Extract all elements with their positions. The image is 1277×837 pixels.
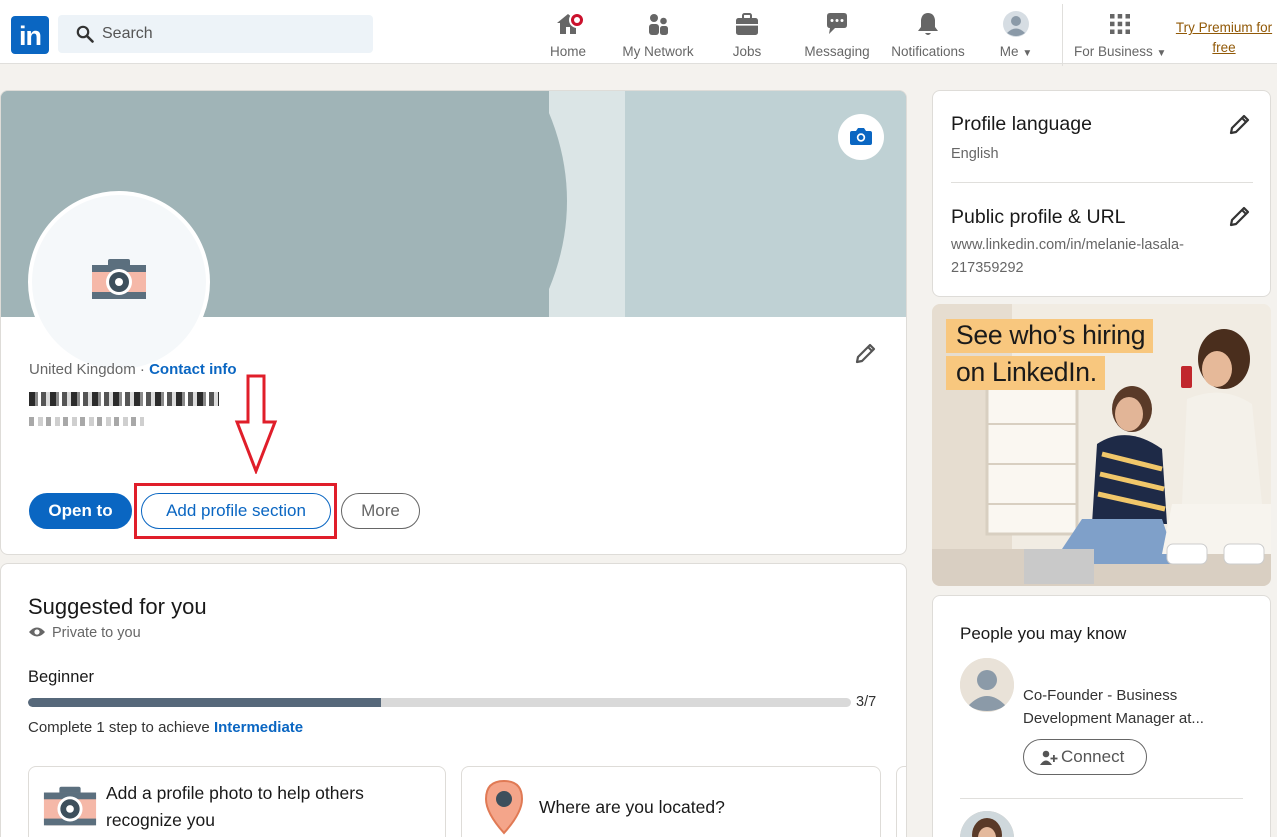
profile-location: United Kingdom: [29, 361, 136, 378]
divider: [951, 182, 1253, 183]
nav-for-business-label: For Business ▼: [1074, 44, 1167, 59]
contact-info-link[interactable]: Contact info: [149, 361, 237, 378]
nav-home-label: Home: [549, 44, 586, 59]
search-icon: [76, 25, 94, 43]
location-pin-icon: [484, 779, 524, 835]
ad-headline-line1: See who’s hiring: [946, 319, 1154, 353]
pencil-icon: [1229, 206, 1250, 227]
nav-jobs-label: Jobs: [732, 44, 762, 59]
edit-url-button[interactable]: [1227, 203, 1253, 229]
chevron-down-icon: ▼: [1156, 48, 1167, 59]
chat-bubble-icon: [827, 13, 847, 34]
ad-headline-line2: on LinkedIn.: [946, 356, 1105, 390]
camera-icon: [92, 259, 146, 299]
profile-language-title: Profile language: [951, 113, 1092, 135]
nav-for-business[interactable]: For Business ▼: [1074, 10, 1166, 62]
annotation-arrow-icon: [234, 374, 278, 474]
try-premium-link[interactable]: Try Premium for free: [1172, 18, 1276, 58]
nav-divider: [1062, 4, 1063, 66]
user-avatar-icon: [1003, 11, 1029, 37]
notification-badge: [569, 12, 585, 28]
nav-jobs[interactable]: Jobs: [728, 10, 766, 62]
profile-settings-card: Profile language English Public profile …: [932, 90, 1271, 297]
top-nav-bar: in Home My Network Jobs: [0, 0, 1277, 66]
camera-icon: [850, 128, 872, 145]
person-headline: Co-Founder - Business Development Manage…: [1023, 687, 1204, 727]
suggestion-add-photo-text: Add a profile photo to help others recog…: [106, 783, 364, 830]
nav-me[interactable]: Me ▼: [996, 10, 1036, 62]
suggestion-add-photo[interactable]: Add a profile photo to help others recog…: [28, 766, 446, 837]
user-avatar-icon: [960, 658, 1014, 712]
user-photo-icon: [960, 811, 1014, 837]
profile-headline-redacted: [29, 417, 144, 426]
profile-photo-placeholder[interactable]: [28, 191, 210, 373]
edit-language-button[interactable]: [1227, 111, 1253, 137]
public-url-value: www.linkedin.com/in/melanie-lasala- 2173…: [951, 237, 1184, 276]
pymk-title: People you may know: [960, 624, 1127, 643]
edit-intro-button[interactable]: [853, 340, 879, 366]
connect-button[interactable]: Connect: [1023, 739, 1147, 775]
private-note: Private to you: [28, 625, 141, 641]
nav-notifications-label: Notifications: [891, 44, 965, 59]
briefcase-icon: [736, 13, 758, 35]
suggestion-location-text: Where are you located?: [539, 797, 725, 817]
grid-icon: [1110, 14, 1130, 34]
profile-location-line: United Kingdom · Contact info: [29, 361, 237, 378]
suggestion-location[interactable]: Where are you located?: [461, 766, 881, 837]
pencil-icon: [1229, 114, 1250, 135]
person-avatar[interactable]: [960, 811, 1014, 837]
nav-my-network-label: My Network: [622, 44, 694, 59]
search-input[interactable]: [102, 15, 362, 53]
edit-banner-button[interactable]: [838, 114, 884, 160]
next-level-hint: Complete 1 step to achieve Intermediate: [28, 719, 304, 736]
annotation-highlight-box: [134, 483, 337, 539]
profile-strength-progress: [28, 698, 851, 707]
eye-icon: [29, 627, 45, 637]
chevron-down-icon: ▼: [1022, 48, 1033, 59]
profile-strength-level: Beginner: [28, 668, 95, 686]
camera-icon: [43, 786, 97, 826]
nav-home[interactable]: Home: [547, 10, 589, 62]
next-level-link[interactable]: Intermediate: [214, 719, 303, 736]
suggested-card: Suggested for you Private to you Beginne…: [0, 563, 907, 837]
suggested-title: Suggested for you: [28, 594, 207, 619]
progress-fill: [28, 698, 381, 707]
public-url-title: Public profile & URL: [951, 206, 1126, 228]
nav-notifications[interactable]: Notifications: [888, 10, 968, 62]
profile-language-value: English: [951, 146, 999, 162]
nav-me-label: Me ▼: [999, 44, 1033, 59]
nav-messaging-label: Messaging: [804, 44, 870, 59]
hiring-ad-banner[interactable]: See who’s hiring on LinkedIn.: [932, 304, 1271, 586]
profile-name-redacted: [29, 392, 219, 406]
more-button[interactable]: More: [341, 493, 420, 529]
person-avatar[interactable]: [960, 658, 1014, 712]
linkedin-logo[interactable]: in: [11, 16, 49, 54]
search-box[interactable]: [58, 15, 373, 53]
pencil-icon: [855, 343, 876, 364]
divider: [960, 798, 1243, 799]
people-icon: [649, 14, 668, 35]
nav-messaging[interactable]: Messaging: [803, 10, 871, 62]
bell-icon: [918, 13, 938, 35]
open-to-button[interactable]: Open to: [29, 493, 132, 529]
add-person-icon: [1040, 750, 1058, 765]
suggestion-next-card-edge: [896, 766, 906, 837]
nav-my-network[interactable]: My Network: [619, 10, 697, 62]
people-you-may-know-card: People you may know Co-Founder - Busines…: [932, 595, 1271, 837]
progress-count: 3/7: [856, 694, 877, 710]
